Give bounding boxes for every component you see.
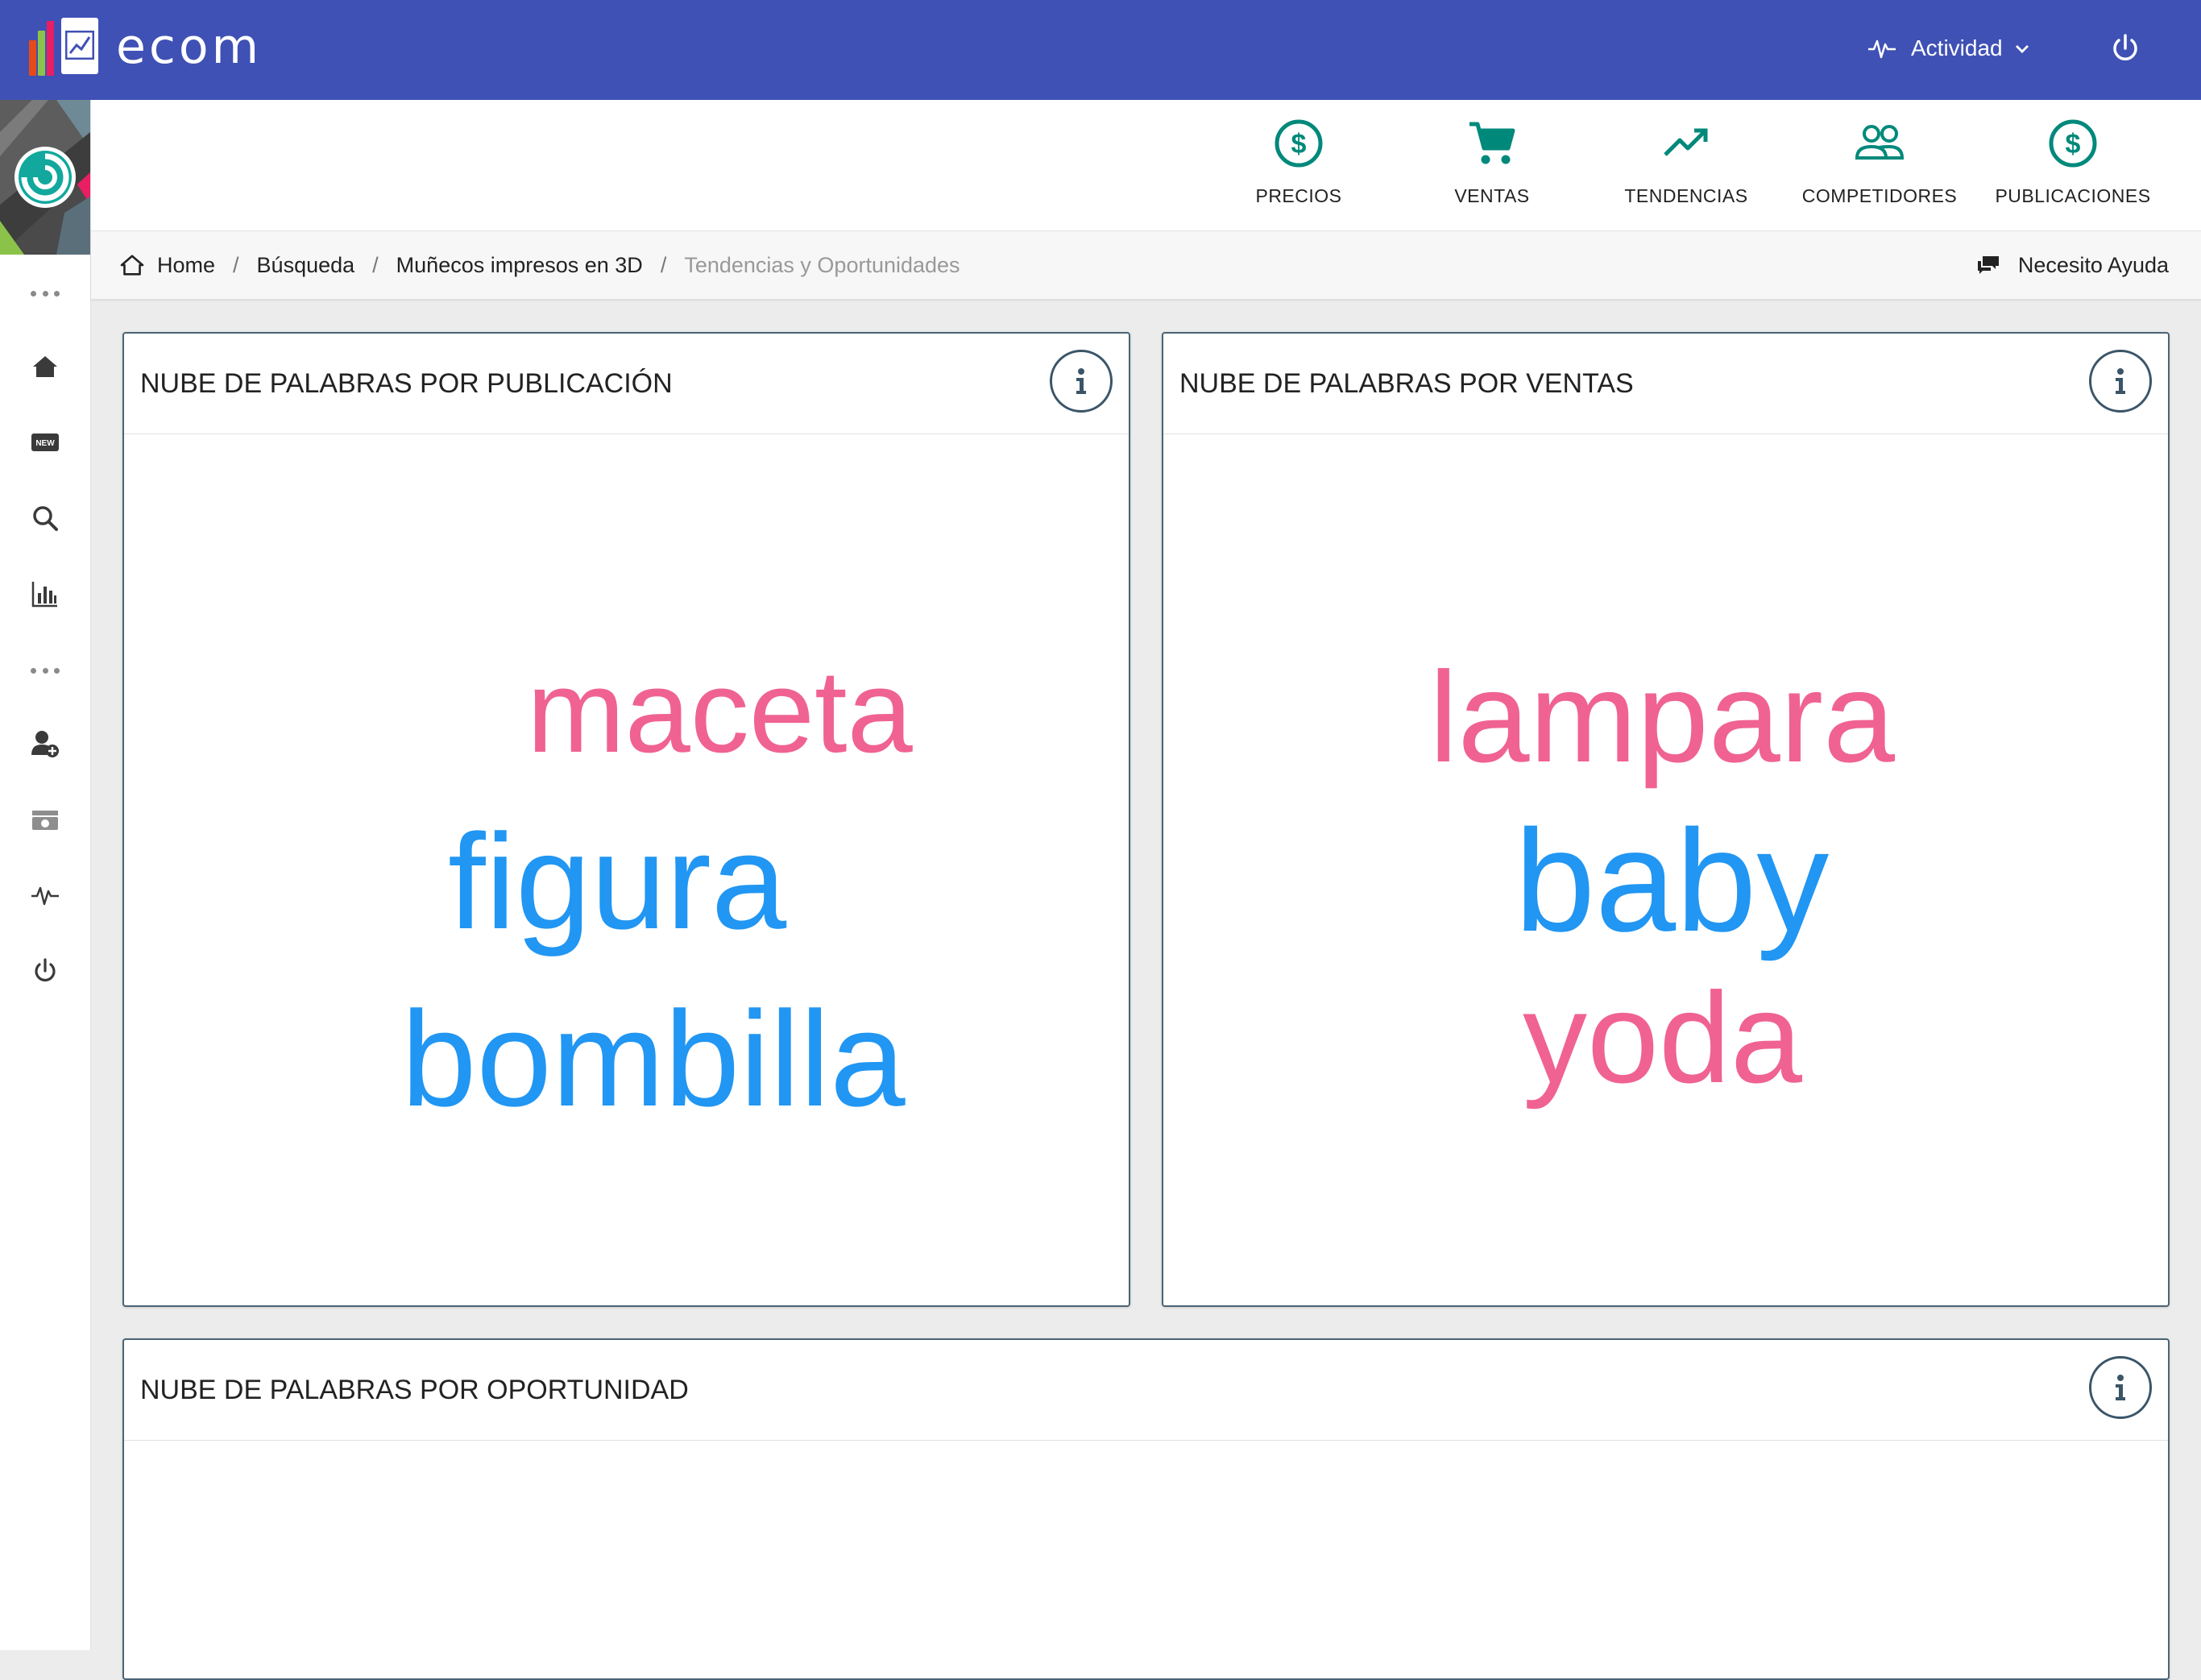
nav-precios[interactable]: $ PRECIOS [1210,118,1387,214]
breadcrumb-separator: / [372,252,379,277]
breadcrumb-home[interactable]: Home [157,253,215,278]
power-icon[interactable] [25,951,65,991]
power-icon [2113,34,2137,60]
section-toolbar: $ PRECIOS VENTAS TENDENCIAS COMPETIDORES… [91,100,2201,231]
home-icon[interactable] [25,346,65,387]
nav-label: PRECIOS [1255,185,1342,206]
word-cloud-word: lampara [1429,645,1896,789]
card-title: NUBE DE PALABRAS POR VENTAS [1179,368,1634,399]
nav-ventas[interactable]: VENTAS [1403,118,1581,214]
app-name: ecom [116,19,263,75]
info-icon [1076,368,1086,394]
svg-text:$: $ [2066,129,2081,160]
app-logo[interactable]: ecom [29,15,262,79]
add-user-icon[interactable] [25,724,65,764]
info-button[interactable] [1050,350,1113,413]
more-icon[interactable] [31,662,60,678]
new-badge-icon[interactable]: NEW [25,422,65,463]
svg-text:$: $ [1291,129,1307,160]
power-button[interactable] [2108,31,2143,66]
home-icon [120,255,144,276]
left-sidebar: NEW [0,100,91,1650]
breadcrumb-search-term[interactable]: Muñecos impresos en 3D [396,253,643,278]
cash-icon[interactable] [25,799,65,840]
top-app-bar: ecom Actividad [0,0,2201,100]
word-cloud-word: figura [448,806,787,957]
search-icon[interactable] [25,498,65,538]
info-button[interactable] [2089,350,2152,413]
wordcloud-card-oportunidad: NUBE DE PALABRAS POR OPORTUNIDAD [122,1338,2170,1680]
bar-chart-icon[interactable] [25,574,65,614]
wordcloud-card-ventas: NUBE DE PALABRAS POR VENTAS lampara baby… [1162,332,2170,1307]
nav-label: COMPETIDORES [1801,185,1958,206]
nav-label: VENTAS [1454,185,1530,206]
logo-mark [29,15,103,79]
word-cloud-word: yoda [1523,965,1802,1110]
cart-icon [1466,118,1518,169]
company-avatar[interactable] [0,100,90,255]
word-cloud-word: bombilla [401,983,906,1135]
nav-tendencias[interactable]: TENDENCIAS [1598,118,1775,214]
chat-icon [1977,256,1999,274]
help-link[interactable]: Necesito Ayuda [1976,231,2169,299]
word-cloud-word: baby [1515,800,1830,962]
breadcrumb-current: Tendencias y Oportunidades [684,252,960,277]
activity-menu[interactable]: Actividad [1867,29,2032,68]
chevron-down-icon [2015,45,2029,53]
activity-icon [1868,39,1896,59]
nav-publicaciones[interactable]: $ PUBLICACIONES [1984,118,2162,214]
card-header: NUBE DE PALABRAS POR VENTAS [1163,334,2168,434]
activity-label: Actividad [1911,35,2003,60]
wordcloud-card-publicacion: NUBE DE PALABRAS POR PUBLICACIÓN maceta … [122,332,1130,1307]
activity-icon[interactable] [25,875,65,915]
dollar-circle-icon: $ [2047,118,2099,169]
more-icon[interactable] [31,285,60,301]
nav-label: PUBLICACIONES [1995,185,2151,206]
card-header: NUBE DE PALABRAS POR OPORTUNIDAD [124,1340,2168,1441]
people-icon [1854,118,1905,169]
info-button[interactable] [2089,1356,2152,1419]
nav-label: TENDENCIAS [1624,185,1748,206]
info-icon [2116,368,2125,394]
breadcrumb-separator: / [660,252,667,277]
breadcrumb: Home / Búsqueda / Muñecos impresos en 3D… [91,231,2201,300]
svg-text:NEW: NEW [35,439,55,448]
breadcrumb-busqueda[interactable]: Búsqueda [257,253,355,278]
nav-competidores[interactable]: COMPETIDORES [1791,118,1968,214]
breadcrumb-separator: / [233,252,239,277]
help-label: Necesito Ayuda [2017,252,2169,277]
card-title: NUBE DE PALABRAS POR OPORTUNIDAD [140,1375,689,1405]
word-cloud-word: maceta [527,645,913,777]
card-header: NUBE DE PALABRAS POR PUBLICACIÓN [124,334,1129,434]
info-icon [2116,1375,2125,1400]
card-title: NUBE DE PALABRAS POR PUBLICACIÓN [140,368,673,399]
trending-up-icon [1660,118,1712,169]
dollar-circle-icon: $ [1273,118,1324,169]
